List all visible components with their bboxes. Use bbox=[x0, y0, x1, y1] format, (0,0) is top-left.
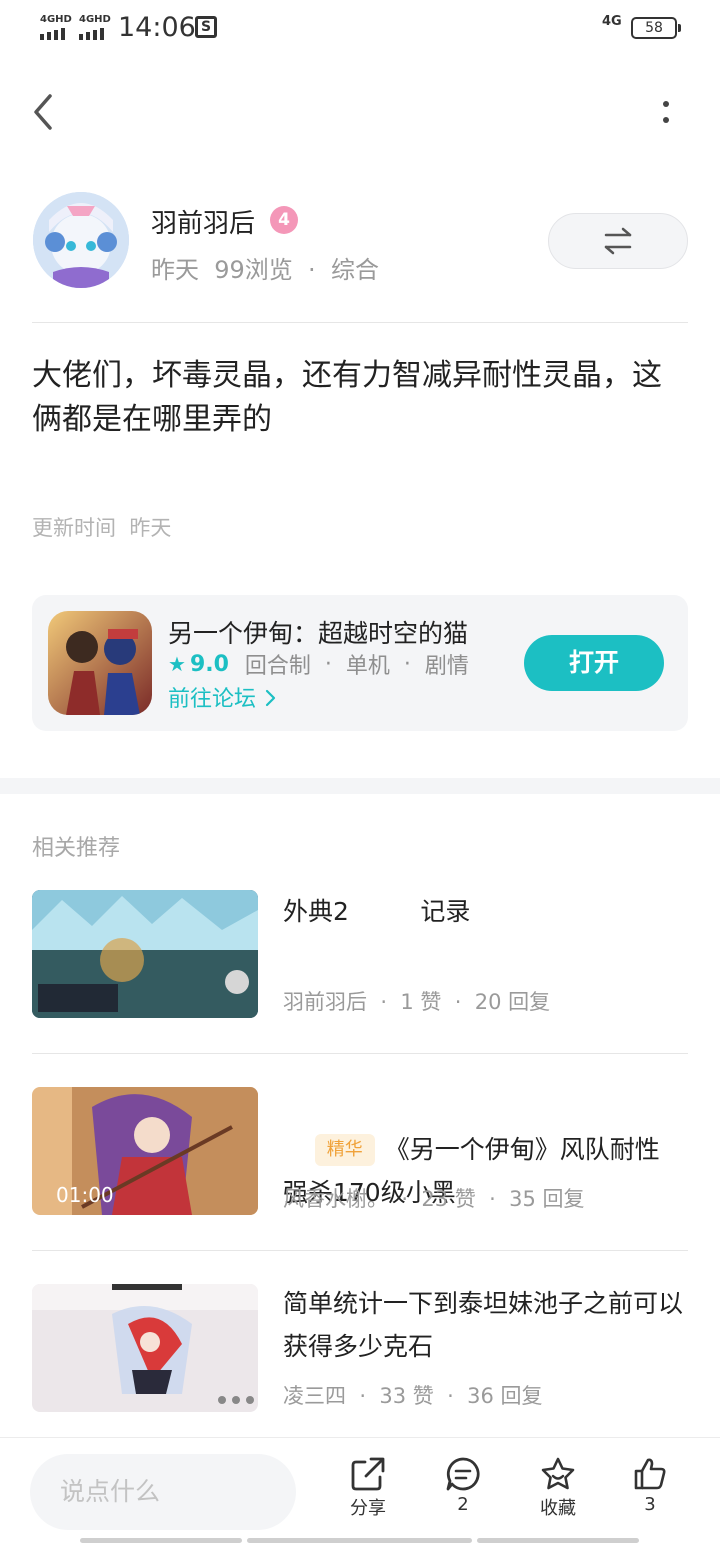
level-badge: 4 bbox=[270, 206, 298, 234]
battery-icon: 58 bbox=[631, 17, 681, 39]
recommend-meta: 羽前羽后 · 1 赞 · 20 回复 bbox=[283, 990, 551, 1014]
chevron-left-icon bbox=[34, 94, 52, 130]
game-title: 另一个伊甸：超越时空的猫 bbox=[168, 619, 469, 648]
favorite-button[interactable]: 收藏 bbox=[528, 1456, 588, 1520]
home-indicator-segment bbox=[247, 1538, 472, 1543]
recommend-meta: 凌三四 · 33 赞 · 36 回复 bbox=[283, 1384, 543, 1408]
more-button[interactable] bbox=[646, 90, 686, 134]
sim1-label: 4GHD bbox=[40, 14, 72, 25]
like-button[interactable]: 3 bbox=[620, 1456, 680, 1515]
post-content: 大佬们，坏毒灵晶，还有力智减异耐性灵晶，这俩都是在哪里弄的 bbox=[32, 358, 662, 437]
favorite-label: 收藏 bbox=[540, 1498, 576, 1519]
section-gap bbox=[0, 778, 720, 794]
game-card[interactable]: 另一个伊甸：超越时空的猫 ★ 9.0 回合制 · 单机 · 剧情 前往论坛 打开 bbox=[32, 595, 688, 731]
like-count: 3 bbox=[644, 1494, 656, 1515]
forum-link-label: 前往论坛 bbox=[168, 687, 257, 712]
recommend-section-title: 相关推荐 bbox=[32, 836, 121, 861]
signal-icon-2: 4GHD bbox=[79, 14, 113, 40]
game-tag: 剧情 bbox=[424, 654, 469, 679]
chevron-right-icon bbox=[265, 689, 276, 707]
signal-icon: 4GHD bbox=[40, 14, 74, 40]
recommend-title: 简单统计一下到泰坦妹池子之前可以获得多少克石 bbox=[283, 1289, 684, 1361]
recommend-thumbnail bbox=[32, 1284, 258, 1412]
comment-icon bbox=[446, 1457, 480, 1491]
open-game-button[interactable]: 打开 bbox=[524, 635, 664, 691]
status-bar: 4GHD 4GHD 14:06 S 4G 58 bbox=[0, 0, 720, 60]
essence-tag: 精华 bbox=[314, 1134, 375, 1166]
game-tag: 单机 bbox=[345, 654, 390, 679]
back-button[interactable] bbox=[26, 90, 66, 134]
recommend-meta: 风香水榭。 · 23 赞 · 35 回复 bbox=[283, 1187, 585, 1211]
forum-link[interactable]: 前往论坛 bbox=[168, 681, 277, 713]
recommend-thumbnail: 01:00 bbox=[32, 1087, 258, 1215]
star-icon: ★ bbox=[168, 652, 186, 676]
game-cover-image bbox=[48, 611, 152, 715]
more-vertical-icon bbox=[663, 101, 669, 123]
divider bbox=[32, 1053, 688, 1054]
game-rating: 9.0 bbox=[189, 651, 229, 677]
divider bbox=[32, 1250, 688, 1251]
sim2-label: 4GHD bbox=[79, 14, 111, 25]
bottom-action-bar: 说点什么 分享 2 收藏 3 bbox=[0, 1437, 720, 1544]
comment-input[interactable]: 说点什么 bbox=[30, 1454, 296, 1530]
avatar[interactable] bbox=[33, 192, 129, 288]
game-meta: ★ 9.0 回合制 · 单机 · 剧情 bbox=[168, 648, 469, 680]
comment-button[interactable]: 2 bbox=[433, 1456, 493, 1515]
recommend-item[interactable]: 外典2 记录 羽前羽后 · 1 赞 · 20 回复 bbox=[32, 890, 688, 1018]
swap-button[interactable] bbox=[548, 213, 688, 269]
thumbnail-image bbox=[32, 890, 258, 1018]
recommend-title: 精华 《另一个伊甸》风队耐性强杀170级小黑 bbox=[283, 1085, 683, 1257]
home-indicator-segment bbox=[80, 1538, 242, 1543]
recommend-title: 外典2 记录 bbox=[283, 897, 471, 926]
game-tag: 回合制 bbox=[244, 654, 311, 679]
tag-separator: · bbox=[310, 651, 346, 677]
avatar-image bbox=[33, 192, 129, 288]
notification-s-icon: S bbox=[195, 16, 217, 38]
home-indicator-segment bbox=[477, 1538, 639, 1543]
video-duration: 01:00 bbox=[56, 1183, 114, 1207]
share-label: 分享 bbox=[350, 1498, 386, 1519]
recommend-item[interactable]: 01:00 精华 《另一个伊甸》风队耐性强杀170级小黑 风香水榭。 · 23 赞… bbox=[32, 1087, 688, 1215]
recommend-item[interactable]: 简单统计一下到泰坦妹池子之前可以获得多少克石 凌三四 · 33 赞 · 36 回… bbox=[32, 1284, 688, 1412]
tag-separator: · bbox=[389, 651, 425, 677]
post-meta: 昨天 99浏览 · 综合 bbox=[151, 256, 379, 284]
author-name[interactable]: 羽前羽后 bbox=[151, 203, 255, 240]
star-outline-icon bbox=[541, 1457, 575, 1490]
network-indicator: 4G bbox=[602, 14, 622, 29]
share-icon bbox=[351, 1457, 385, 1491]
comment-count: 2 bbox=[457, 1494, 469, 1515]
thumbs-up-icon bbox=[634, 1458, 666, 1490]
divider bbox=[32, 322, 688, 323]
update-time: 更新时间 昨天 bbox=[32, 516, 172, 540]
thumbnail-image bbox=[32, 1284, 258, 1412]
recommend-thumbnail bbox=[32, 890, 258, 1018]
clock: 14:06 bbox=[118, 12, 196, 43]
swap-arrows-icon bbox=[604, 227, 632, 255]
game-icon bbox=[48, 611, 152, 715]
share-button[interactable]: 分享 bbox=[338, 1456, 398, 1520]
